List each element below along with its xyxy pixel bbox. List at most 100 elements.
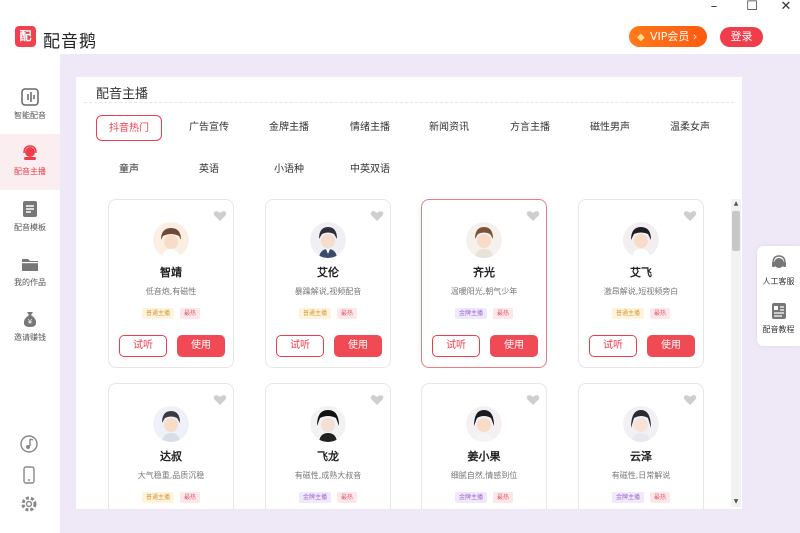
anchor-card[interactable]: 艾伦 暴躁解说,视频配音 普通主播 最热 试听 使用: [265, 199, 391, 368]
use-button[interactable]: 使用: [334, 335, 382, 357]
float-item-label: 配音教程: [762, 325, 795, 334]
avatar: [153, 222, 189, 258]
float-item-label: 人工客服: [762, 277, 795, 286]
heart-icon[interactable]: [683, 394, 697, 406]
close-icon[interactable]: ✕: [768, 0, 800, 16]
anchor-tags: 金牌主播 最热: [266, 492, 390, 503]
heart-icon[interactable]: [370, 394, 384, 406]
anchor-card[interactable]: 云泽 有磁性,日常解说 金牌主播 最热: [578, 383, 704, 509]
tab-dialect[interactable]: 方言主播: [499, 115, 561, 141]
avatar: [153, 406, 189, 442]
status-badge: 最热: [650, 492, 671, 503]
anchor-name: 艾飞: [630, 266, 652, 279]
heart-icon[interactable]: [213, 394, 227, 406]
music-note-icon[interactable]: [20, 435, 38, 453]
tab-douyin-hot[interactable]: 抖音热门: [96, 115, 162, 141]
settings-gear-icon[interactable]: [20, 495, 38, 513]
avatar: [310, 222, 346, 258]
sidebar-item-label: 配音模板: [14, 223, 46, 232]
use-button[interactable]: 使用: [490, 335, 538, 357]
avatar: [466, 406, 502, 442]
sidebar-item-templates[interactable]: 配音模板: [0, 190, 60, 246]
heart-icon[interactable]: [213, 210, 227, 222]
vip-label: VIP会员 ›: [650, 30, 698, 43]
anchor-description: 细腻自然,情感到位: [450, 471, 518, 480]
heart-icon[interactable]: [370, 210, 384, 222]
tab-news[interactable]: 新闻资讯: [418, 115, 480, 141]
heart-icon[interactable]: [526, 210, 540, 222]
anchor-tags: 金牌主播 最热: [579, 492, 703, 503]
avatar: [623, 222, 659, 258]
anchor-tags: 普通主播 最热: [266, 308, 390, 319]
sidebar-item-smart-dubbing[interactable]: 智能配音: [0, 78, 60, 134]
status-badge: 普通主播: [298, 308, 331, 319]
use-button[interactable]: 使用: [177, 335, 225, 357]
use-button[interactable]: 使用: [647, 335, 695, 357]
scroll-up-icon[interactable]: ▲: [731, 199, 741, 209]
anchor-card[interactable]: 达叔 大气稳重,品质沉稳 普通主播 最热: [108, 383, 234, 509]
sidebar-item-voice-anchor[interactable]: 配音主播: [0, 134, 60, 190]
avatar: [466, 222, 502, 258]
sidebar-item-label: 我的作品: [14, 278, 46, 287]
status-badge: 最热: [337, 308, 358, 319]
app-logo: 配: [15, 26, 36, 47]
tab-child-voice[interactable]: 童声: [98, 157, 160, 183]
anchor-card[interactable]: 飞龙 有磁性,成熟大叔音 金牌主播 最热: [265, 383, 391, 509]
anchor-description: 大气稳重,品质沉稳: [137, 471, 205, 480]
tab-magnetic-male[interactable]: 磁性男声: [579, 115, 641, 141]
customer-service-button[interactable]: 人工客服: [757, 254, 800, 287]
heart-icon[interactable]: [683, 210, 697, 222]
sidebar: 智能配音 配音主播 配音模板 我的作品 ¥ 邀请赚钱: [0, 54, 60, 533]
anchor-description: 有磁性,成熟大叔音: [294, 471, 362, 480]
title-bar: 配 配音鹅 – ☐ ✕ ◆ VIP会员 › 登录: [0, 0, 800, 54]
anchor-card[interactable]: 姜小果 细腻自然,情感到位 金牌主播 最热: [421, 383, 547, 509]
vip-button[interactable]: ◆ VIP会员 ›: [629, 26, 707, 47]
preview-button[interactable]: 试听: [276, 335, 324, 357]
status-badge: 最热: [337, 492, 358, 503]
heart-icon[interactable]: [526, 394, 540, 406]
anchor-tags: 普通主播 最热: [109, 308, 233, 319]
status-badge: 最热: [493, 308, 514, 319]
anchor-name: 飞龙: [317, 450, 339, 463]
anchor-tags: 普通主播 最热: [579, 308, 703, 319]
minimize-icon[interactable]: –: [696, 0, 732, 16]
svg-text:¥: ¥: [28, 318, 33, 326]
panel-title: 配音主播: [96, 87, 149, 102]
preview-button[interactable]: 试听: [432, 335, 480, 357]
diamond-icon: ◆: [637, 32, 645, 43]
anchor-description: 低音炮,有磁性: [145, 287, 197, 296]
soundwave-icon: [21, 88, 39, 106]
anchor-card[interactable]: 齐光 温暖阳光,朝气少年 金牌主播 最热 试听 使用: [421, 199, 547, 368]
anchor-name: 云泽: [630, 450, 652, 463]
anchor-card[interactable]: 智靖 低音炮,有磁性 普通主播 最热 试听 使用: [108, 199, 234, 368]
scrollbar-thumb[interactable]: [732, 211, 740, 251]
anchor-tags: 金牌主播 最热: [422, 308, 546, 319]
avatar: [310, 406, 346, 442]
tab-english[interactable]: 英语: [178, 157, 240, 183]
login-button[interactable]: 登录: [720, 27, 763, 47]
preview-button[interactable]: 试听: [119, 335, 167, 357]
status-badge: 金牌主播: [454, 308, 487, 319]
scroll-down-icon[interactable]: ▼: [731, 497, 741, 507]
phone-icon[interactable]: [20, 466, 38, 484]
anchor-description: 温暖阳光,朝气少年: [450, 287, 518, 296]
sidebar-item-invite-earn[interactable]: ¥ 邀请赚钱: [0, 300, 60, 356]
anchor-card[interactable]: 艾飞 激昂解说,短视频旁白 普通主播 最热 试听 使用: [578, 199, 704, 368]
status-badge: 普通主播: [141, 308, 174, 319]
anchor-name: 达叔: [160, 450, 182, 463]
tab-minor-language[interactable]: 小语种: [258, 157, 320, 183]
tab-gold-anchor[interactable]: 金牌主播: [258, 115, 320, 141]
maximize-icon[interactable]: ☐: [734, 0, 770, 16]
preview-button[interactable]: 试听: [589, 335, 637, 357]
tab-advertising[interactable]: 广告宣传: [178, 115, 240, 141]
status-badge: 普通主播: [611, 308, 644, 319]
tab-chinese-english[interactable]: 中英双语: [339, 157, 401, 183]
anchor-description: 暴躁解说,视频配音: [294, 287, 362, 296]
tutorial-button[interactable]: 配音教程: [757, 302, 800, 335]
avatar: [623, 406, 659, 442]
tab-gentle-female[interactable]: 温柔女声: [659, 115, 721, 141]
sidebar-item-label: 邀请赚钱: [14, 333, 46, 342]
tab-emotion-anchor[interactable]: 情绪主播: [339, 115, 401, 141]
customer-service-icon: [771, 255, 786, 268]
sidebar-item-my-works[interactable]: 我的作品: [0, 245, 60, 301]
